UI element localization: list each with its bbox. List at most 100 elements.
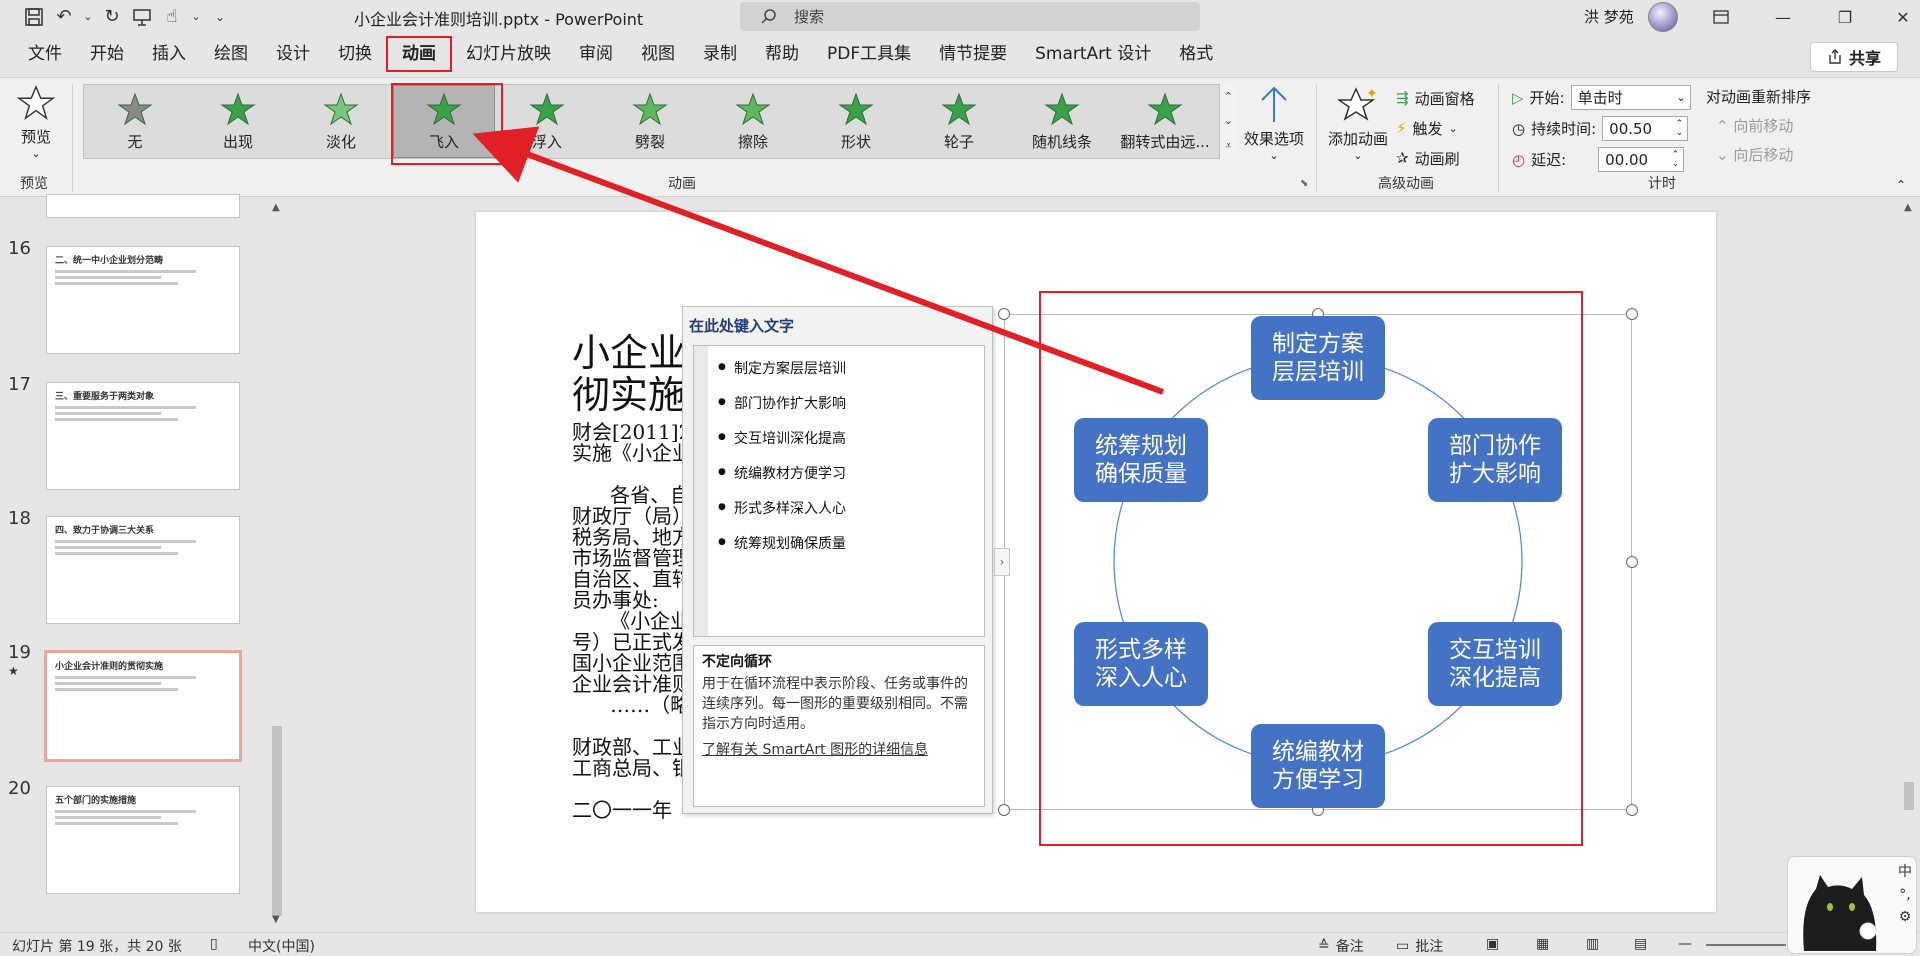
reading-view-icon[interactable]: ▥ (1586, 936, 1599, 952)
scroll-up-icon[interactable]: ▲ (1904, 202, 1912, 213)
preview-button[interactable]: 预览 ⌄ (14, 84, 58, 160)
text-pane-item[interactable]: 形式多样深入人心 (718, 498, 846, 518)
presenter-icon[interactable] (130, 5, 154, 29)
close-icon[interactable]: ✕ (1890, 4, 1916, 30)
restore-icon[interactable]: ❐ (1832, 4, 1858, 30)
normal-view-icon[interactable]: ▣ (1486, 936, 1499, 952)
save-icon[interactable] (22, 5, 46, 29)
tab-15[interactable]: 格式 (1165, 36, 1227, 72)
accessibility-icon[interactable]: ▯ (210, 936, 218, 952)
text-pane-item[interactable]: 交互培训深化提高 (718, 428, 846, 448)
ime-punct[interactable]: °, (1899, 887, 1910, 903)
text-pane-list[interactable]: 制定方案层层培训部门协作扩大影响交互培训深化提高统编教材方便学习形式多样深入人心… (693, 345, 985, 637)
animation-option-1[interactable]: 出现 (187, 85, 289, 158)
scroll-thumb[interactable] (272, 726, 282, 916)
tab-1[interactable]: 开始 (76, 36, 138, 72)
stepper-icon[interactable]: ⌃ ⌄ (1672, 150, 1680, 169)
tab-10[interactable]: 录制 (689, 36, 751, 72)
slide-scrollbar[interactable]: ▲ ▼ (1900, 198, 1918, 930)
duration-stepper[interactable]: 00.50 ⌃ ⌄ (1602, 116, 1689, 141)
avatar[interactable] (1648, 2, 1678, 32)
tab-2[interactable]: 插入 (138, 36, 200, 72)
start-select[interactable]: 单击时 ⌄ (1570, 85, 1691, 110)
effect-options-button[interactable]: 效果选项 ⌄ (1244, 84, 1304, 162)
tab-14[interactable]: SmartArt 设计 (1021, 36, 1165, 72)
language-indicator[interactable]: 中文(中国) (248, 936, 315, 956)
touch-mode-icon[interactable]: ☝ (160, 5, 184, 29)
slide-thumbnail[interactable]: 三、重要服务于两类对象 (46, 382, 240, 490)
share-button[interactable]: 共享 (1810, 42, 1898, 72)
resize-handle[interactable] (998, 308, 1010, 320)
gallery-up-icon[interactable]: ⌃ (1224, 90, 1233, 103)
tab-13[interactable]: 情节提要 (925, 36, 1021, 72)
slide-thumbnail[interactable]: 四、致力于协调三大关系 (46, 516, 240, 624)
animation-option-10[interactable]: 翻转式由远... (1114, 85, 1216, 158)
resize-handle[interactable] (1626, 308, 1638, 320)
scroll-down-icon[interactable]: ▼ (272, 914, 280, 925)
text-pane-item[interactable]: 制定方案层层培训 (718, 358, 846, 378)
notes-button[interactable]: ≙ 备注 (1318, 936, 1364, 956)
text-pane-item[interactable]: 统筹规划确保质量 (718, 533, 846, 553)
search-box[interactable]: 搜索 (740, 2, 1200, 31)
gallery-down-icon[interactable]: ⌄ (1224, 114, 1233, 127)
user-name[interactable]: 洪 梦苑 (1584, 6, 1634, 27)
collapse-ribbon-icon[interactable]: ⌃ (1896, 178, 1906, 192)
animation-option-5[interactable]: 劈裂 (599, 85, 701, 158)
tab-7[interactable]: 幻灯片放映 (452, 36, 565, 72)
zoom-slider[interactable] (1706, 944, 1786, 946)
trigger-button[interactable]: ⚡ 触发 ⌄ (1396, 116, 1475, 140)
slide-text-placeholder[interactable]: 小企业 彻实施 财会[2011]2 实施《小企业 各省、自 财政厅（局） 税务局… (572, 332, 692, 821)
resize-handle[interactable] (1626, 804, 1638, 816)
thumbnail-scrollbar[interactable]: ▲ ▼ (268, 198, 286, 930)
animation-painter-button[interactable]: ✰ 动画刷 (1396, 146, 1475, 170)
slide-thumbnail[interactable]: 小企业会计准则的贯彻实施 (44, 650, 242, 762)
minimize-icon[interactable]: — (1770, 4, 1796, 30)
thumbnail-partial[interactable] (46, 194, 240, 218)
tab-8[interactable]: 审阅 (565, 36, 627, 72)
slide-title[interactable]: 小企业 彻实施 (572, 332, 692, 416)
move-later-button[interactable]: ⌄ 向后移动 (1706, 144, 1811, 165)
slide-thumbnail[interactable]: 五个部门的实施措施 (46, 786, 240, 894)
slide-body[interactable]: 财会[2011]2 实施《小企业 各省、自 财政厅（局） 税务局、地方 市场监督… (572, 422, 692, 821)
animation-pane-button[interactable]: ⇶ 动画窗格 (1396, 86, 1475, 110)
ime-settings-icon[interactable]: ⚙ (1899, 909, 1912, 925)
comments-button[interactable]: ▭ 批注 (1396, 936, 1443, 956)
slide-sorter-icon[interactable]: ▦ (1536, 936, 1549, 952)
tab-3[interactable]: 绘图 (200, 36, 262, 72)
text-pane-item[interactable]: 统编教材方便学习 (718, 463, 846, 483)
tab-6[interactable]: 动画 (386, 36, 452, 72)
add-animation-button[interactable]: ✦ 添加动画 ⌄ (1328, 86, 1388, 162)
animation-option-8[interactable]: 轮子 (908, 85, 1010, 158)
resize-handle[interactable] (1626, 556, 1638, 568)
slide-thumbnail[interactable]: 二、统一中小企业划分范畴 (46, 246, 240, 354)
tab-0[interactable]: 文件 (14, 36, 76, 72)
animation-option-9[interactable]: 随机线条 (1011, 85, 1113, 158)
gallery-scroll[interactable]: ⌃ ⌄ ⩡ (1219, 84, 1237, 159)
undo-icon[interactable]: ↶ (52, 5, 76, 29)
resize-handle[interactable] (998, 804, 1010, 816)
undo-dropdown-icon[interactable]: ⌄ (82, 5, 94, 29)
text-pane-toggle[interactable]: › (994, 548, 1010, 576)
tab-9[interactable]: 视图 (627, 36, 689, 72)
learn-more-link[interactable]: 了解有关 SmartArt 图形的详细信息 (702, 740, 976, 760)
stepper-icon[interactable]: ⌃ ⌄ (1676, 119, 1684, 138)
customize-qat-icon[interactable]: ⌄ (208, 5, 232, 29)
dialog-launcher-icon[interactable]: ⬊ (1300, 178, 1308, 189)
tab-12[interactable]: PDF工具集 (813, 36, 925, 72)
scroll-thumb[interactable] (1904, 782, 1914, 810)
ribbon-display-icon[interactable] (1708, 4, 1734, 30)
animation-option-4[interactable]: 浮入 (496, 85, 598, 158)
scroll-up-icon[interactable]: ▲ (272, 202, 280, 213)
delay-stepper[interactable]: 00.00 ⌃ ⌄ (1598, 147, 1685, 172)
tab-11[interactable]: 帮助 (751, 36, 813, 72)
touch-dropdown-icon[interactable]: ⌄ (190, 5, 202, 29)
slideshow-icon[interactable]: ▤ (1634, 936, 1647, 952)
redo-icon[interactable]: ↻ (100, 5, 124, 29)
animation-option-2[interactable]: 淡化 (290, 85, 392, 158)
tab-4[interactable]: 设计 (262, 36, 324, 72)
gallery-more-icon[interactable]: ⩡ (1225, 139, 1231, 153)
animation-option-6[interactable]: 擦除 (702, 85, 804, 158)
zoom-out-icon[interactable]: — (1678, 936, 1692, 952)
animation-option-7[interactable]: 形状 (805, 85, 907, 158)
animation-option-0[interactable]: 无 (84, 85, 186, 158)
